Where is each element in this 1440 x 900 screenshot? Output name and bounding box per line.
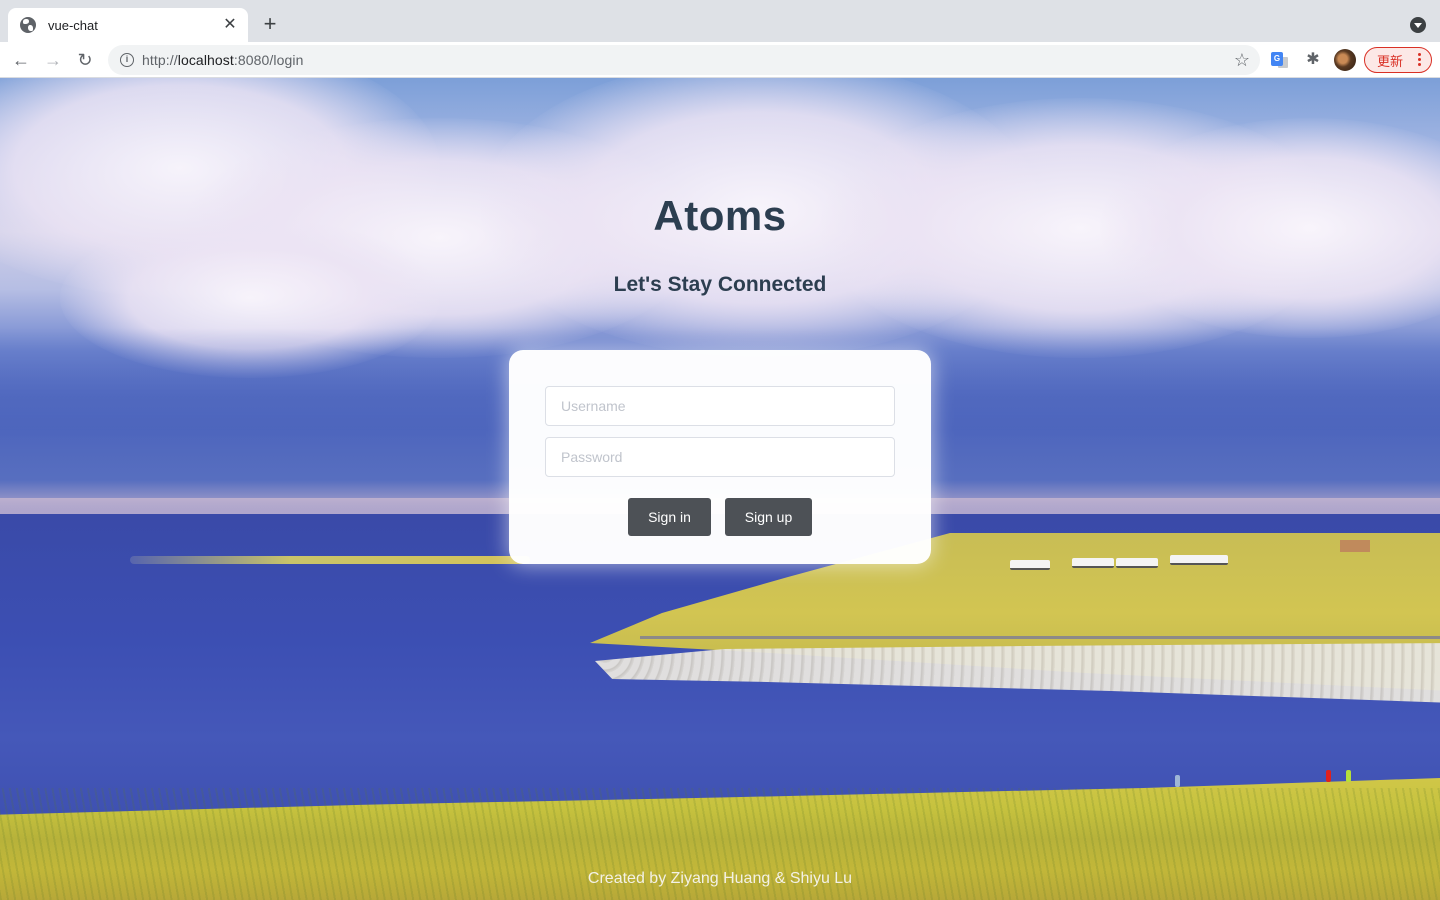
person [1175, 775, 1180, 787]
credits-footer: Created by Ziyang Huang & Shiyu Lu [587, 870, 853, 887]
site-info-icon[interactable]: i [120, 53, 134, 67]
url-scheme: http:// [142, 52, 178, 68]
distant-spit [130, 556, 530, 564]
browser-toolbar: ← → ↻ i http://localhost:8080/login ☆ G … [0, 42, 1440, 78]
browser-tab-strip: vue-chat ✕ + [0, 0, 1440, 42]
tab-close-icon[interactable]: ✕ [222, 17, 238, 33]
sign-in-button[interactable]: Sign in [628, 498, 711, 536]
new-tab-button[interactable]: + [258, 12, 282, 36]
person [1326, 770, 1331, 782]
username-input[interactable] [545, 386, 895, 426]
address-bar[interactable]: i http://localhost:8080/login ☆ [108, 45, 1260, 75]
update-button[interactable]: 更新 [1364, 47, 1432, 73]
password-input[interactable] [545, 437, 895, 477]
login-card: Sign in Sign up [509, 350, 931, 564]
fence [640, 636, 1440, 639]
bus [1170, 555, 1228, 565]
url-host: localhost [177, 52, 234, 68]
hut [1340, 540, 1370, 552]
reload-button[interactable]: ↻ [73, 48, 97, 72]
app-title: Atoms [653, 192, 787, 239]
login-page: Atoms Let's Stay Connected Sign in Sign … [0, 78, 1440, 900]
extensions-puzzle-icon[interactable]: ✱ [1304, 51, 1322, 69]
translate-extension-icon[interactable]: G [1271, 52, 1289, 69]
forward-button[interactable]: → [41, 48, 65, 72]
tab-search-icon[interactable] [1410, 17, 1426, 33]
app-tagline: Let's Stay Connected [613, 273, 827, 296]
more-menu-icon [1418, 53, 1421, 67]
translate-icon-front: G [1271, 52, 1283, 66]
url-path: :8080/login [233, 52, 304, 68]
back-button[interactable]: ← [9, 48, 33, 72]
bookmark-star-icon[interactable]: ☆ [1234, 49, 1250, 71]
sign-up-button[interactable]: Sign up [725, 498, 812, 536]
browser-tab[interactable]: vue-chat ✕ [8, 8, 248, 42]
bus [1116, 558, 1158, 568]
bus [1072, 558, 1114, 568]
bus [1010, 560, 1050, 570]
tab-title: vue-chat [48, 17, 98, 33]
url-text[interactable]: http://localhost:8080/login [142, 52, 304, 68]
person [1346, 770, 1351, 782]
globe-icon [20, 17, 36, 33]
profile-avatar[interactable] [1334, 49, 1356, 71]
update-button-label: 更新 [1377, 53, 1404, 69]
